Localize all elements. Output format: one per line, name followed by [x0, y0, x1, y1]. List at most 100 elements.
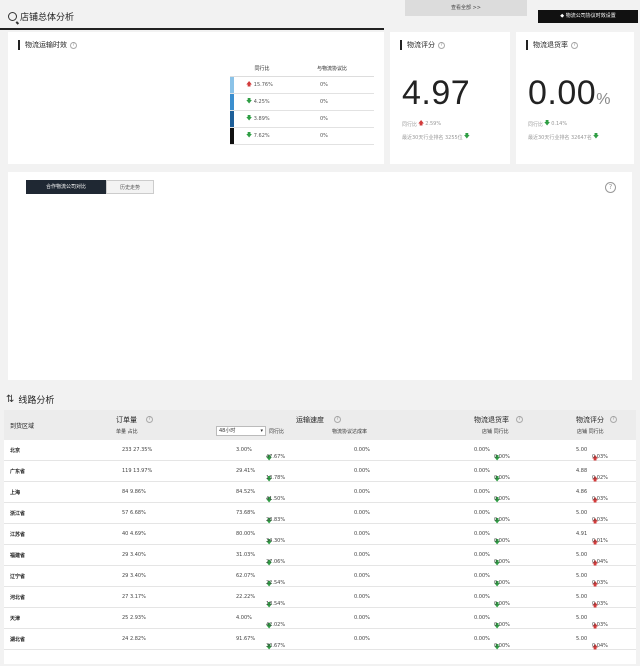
transport-title-label: 物流运输时效 [25, 41, 67, 49]
score-cell: 5.00 [576, 615, 588, 621]
transport-row: 🡇 7.62% 0% [230, 127, 374, 145]
orders-cell: 233 27.35% [122, 447, 153, 453]
col-orders: 订单量 [116, 416, 137, 424]
col-agreement-rate: 物流协议达成率 [332, 429, 368, 435]
rating-title: 物流评分 ? [400, 40, 510, 50]
table-row[interactable]: 广东省 119 13.97% 29.41% 🡇 13.78% 0.00% 0.00% 🡇 0.0… [4, 461, 636, 483]
help-icon[interactable]: ? [516, 416, 523, 423]
speed-cell: 80.00% [236, 531, 256, 537]
score-cell: 4.91 [576, 531, 588, 537]
transport-compare-table: 同行比 与物流协议比 🡅 15.76% 0% 🡇 4.25% 0% 🡇 3.89% 0% 🡇… [230, 62, 374, 145]
help-icon[interactable]: ? [605, 182, 616, 193]
agreement-cell: 0.00% [354, 615, 370, 621]
arrow-down-icon: 🡇 [246, 97, 253, 105]
magnifier-icon [8, 12, 17, 21]
arrow-up-icon: 🡅 [246, 80, 253, 88]
score-cell: 5.00 [576, 510, 588, 516]
help-icon[interactable]: ? [146, 416, 153, 423]
table-row[interactable]: 江苏省 40 4.69% 80.00% 🡇 34.30% 0.00% 0.00% 🡇 0.00%… [4, 524, 636, 546]
help-icon[interactable]: ? [334, 416, 341, 423]
speed-cell: 22.22% [236, 594, 256, 600]
return-cell: 0.00% [474, 510, 490, 516]
region-cell: 福建省 [10, 553, 26, 559]
agreement-cell: 0.00% [354, 447, 370, 453]
help-icon[interactable]: ? [70, 41, 77, 49]
help-icon[interactable]: ? [571, 41, 578, 49]
rating-peer-line: 同行比 🡅 2.59% [402, 120, 442, 128]
transport-timeliness-panel: 物流运输时效 ? 同行比 与物流协议比 🡅 15.76% 0% 🡇 4.25% 0% 🡇… [8, 32, 384, 164]
company-compare-panel: 合作物流公司对比 历史走势 ? [8, 172, 632, 380]
return-cell: 0.00% [474, 531, 490, 537]
section-title-store-analysis: 店铺总体分析 [8, 10, 74, 23]
speed-hours-select[interactable]: 48小时 ▾ [216, 426, 266, 436]
tab-company-compare[interactable]: 合作物流公司对比 [26, 180, 106, 194]
view-all-button[interactable]: 查看全部 >> [405, 0, 527, 16]
arrow-up-icon: 🡅 [418, 120, 425, 127]
return-cell: 0.00% [474, 552, 490, 558]
speed-cell: 73.68% [236, 510, 256, 516]
col-peer-ratio: 同行比 [269, 429, 285, 435]
transport-row: 🡇 4.25% 0% [230, 93, 374, 111]
table-row[interactable]: 湖北省 24 2.82% 91.67% 🡇 30.67% 0.00% 0.00% 🡇 0.00%… [4, 629, 636, 651]
col-speed: 运输速度 [296, 416, 324, 424]
agreement-settings-button[interactable]: ◆ 物流公司协议时效设置 [538, 10, 638, 23]
table-row[interactable]: 上海 84 9.86% 84.52% 🡇 41.50% 0.00% 0.00% 🡇 0.00% 4… [4, 482, 636, 504]
section-title-route-analysis: ⇅ 线路分析 [6, 393, 54, 406]
region-cell: 天津 [10, 616, 21, 622]
region-cell: 广东省 [10, 469, 26, 475]
return-cell: 0.00% [474, 489, 490, 495]
rating-title-label: 物流评分 [407, 41, 435, 49]
col-score: 物流评分 [576, 416, 604, 424]
score-cell: 5.00 [576, 573, 588, 579]
region-cell: 浙江省 [10, 511, 26, 517]
region-cell: 辽宁省 [10, 574, 26, 580]
arrow-down-icon: 🡇 [592, 133, 600, 140]
settings-label: 物流公司协议时效设置 [565, 13, 616, 19]
table-row[interactable]: 天津 25 2.93% 4.00% 🡇 42.02% 0.00% 0.00% 🡇 0.00% 5.… [4, 608, 636, 630]
orders-cell: 119 13.97% [122, 468, 153, 474]
route-table-header: 到货区域 订单量 ? 单量 占比 运输速度 ? 48小时 ▾ 同行比 物流协议达… [4, 410, 636, 440]
help-icon[interactable]: ? [610, 416, 617, 423]
orders-cell: 25 2.93% [122, 615, 146, 621]
agreement-cell: 0.00% [354, 510, 370, 516]
speed-cell: 91.67% [236, 636, 256, 642]
agreement-cell: 0.00% [354, 573, 370, 579]
agreement-ratio-cell: 0% [290, 127, 374, 145]
col-return-rate: 物流退货率 [474, 416, 509, 424]
table-row[interactable]: 河北省 27 3.17% 22.22% 🡇 18.54% 0.00% 0.00% 🡇 0.00%… [4, 587, 636, 609]
region-cell: 上海 [10, 490, 21, 496]
route-title-label: 线路分析 [18, 396, 55, 406]
tab-history-trend[interactable]: 历史走势 [106, 180, 154, 194]
table-row[interactable]: 浙江省 57 6.68% 73.68% 🡇 28.83% 0.00% 0.00% 🡇 0.00%… [4, 503, 636, 525]
table-row[interactable]: 辽宁省 29 3.40% 62.07% 🡇 22.54% 0.00% 0.00% 🡇 0.00%… [4, 566, 636, 588]
return-cell: 0.00% [474, 447, 490, 453]
score-cell: 4.86 [576, 489, 588, 495]
agreement-cell: 0.00% [354, 636, 370, 642]
speed-cell: 62.07% [236, 573, 256, 579]
route-icon: ⇅ [6, 394, 15, 405]
orders-cell: 57 6.68% [122, 510, 146, 516]
logistics-rating-card: 物流评分 ? 4.97 同行比 🡅 2.59% 最近30天行业排名 3255位 … [390, 32, 510, 164]
transport-title: 物流运输时效 ? [18, 40, 384, 50]
region-cell: 河北省 [10, 595, 26, 601]
return-cell: 0.00% [474, 594, 490, 600]
help-icon[interactable]: ? [438, 41, 445, 49]
agreement-cell: 0.00% [354, 531, 370, 537]
return-peer-line: 同行比 🡇 0.14% [528, 120, 568, 128]
col-peer-ratio: 同行比 [234, 62, 290, 77]
arrow-down-icon: 🡇 [544, 120, 551, 127]
score-cell: 5.00 [576, 447, 588, 453]
score-cell: 4.88 [576, 468, 588, 474]
table-row[interactable]: 北京 233 27.35% 3.00% 🡇 47.67% 0.00% 0.00% 🡇 0.00%… [4, 440, 636, 462]
return-cell: 0.00% [474, 468, 490, 474]
region-cell: 湖北省 [10, 637, 26, 643]
arrow-down-icon: 🡇 [246, 131, 253, 139]
score-cell: 5.00 [576, 594, 588, 600]
orders-cell: 24 2.82% [122, 636, 146, 642]
peer-ratio-cell: 🡇 3.89% [234, 110, 290, 128]
transport-row: 🡅 15.76% 0% [230, 76, 374, 94]
region-cell: 江苏省 [10, 532, 26, 538]
orders-cell: 40 4.69% [122, 531, 146, 537]
percent-unit: % [596, 91, 611, 108]
table-row[interactable]: 福建省 29 3.40% 31.03% 🡇 27.06% 0.00% 0.00% 🡇 0.00%… [4, 545, 636, 567]
